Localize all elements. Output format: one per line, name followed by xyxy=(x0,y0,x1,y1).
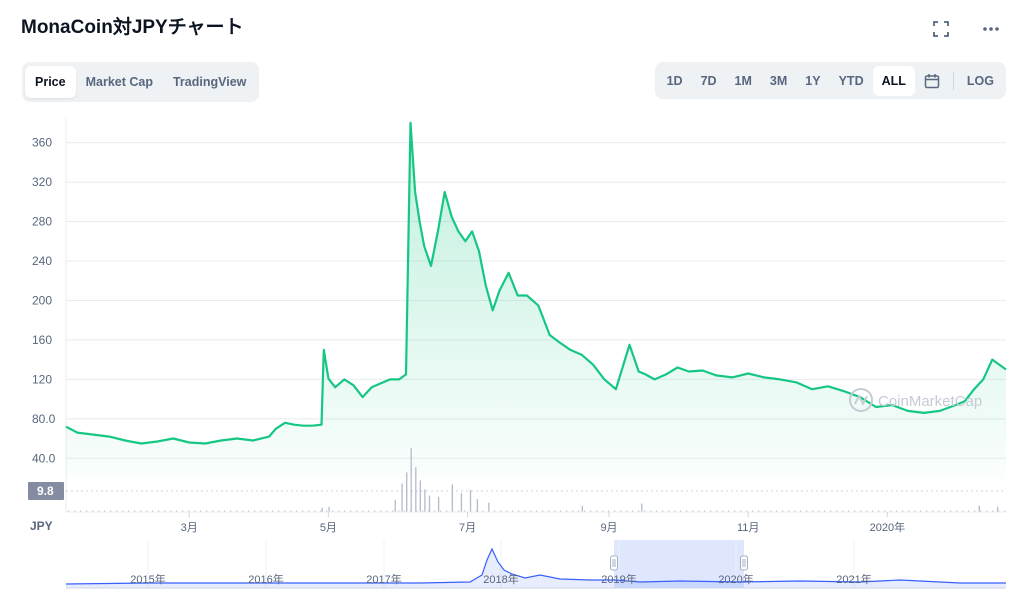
x-tick-label: 7月 xyxy=(459,522,476,534)
navigator-handle-left[interactable] xyxy=(610,555,618,571)
currency-label: JPY xyxy=(30,519,53,533)
x-tick-label: 5月 xyxy=(320,522,337,534)
volume-bar xyxy=(641,503,643,512)
navigator-handle-right[interactable] xyxy=(740,555,748,571)
navigator-tick-label: 2019年 xyxy=(601,572,636,586)
volume-bar xyxy=(460,493,463,512)
volume-bar xyxy=(978,505,980,512)
x-tick-label: 3月 xyxy=(181,522,198,534)
volume-bar xyxy=(581,505,583,512)
volume-bar xyxy=(419,480,421,512)
x-tick-label: 9月 xyxy=(600,522,617,534)
watermark-text: CoinMarketCap xyxy=(878,393,982,410)
navigator-tick-label: 2016年 xyxy=(248,572,283,586)
volume-bar xyxy=(488,502,490,512)
volume-bar xyxy=(401,483,403,512)
volume-bar xyxy=(437,496,440,512)
x-tick-label: 11月 xyxy=(737,522,759,534)
volume-bar xyxy=(469,489,472,512)
volume-bar xyxy=(424,489,426,512)
volume-label: 9.8 xyxy=(37,484,54,498)
navigator-tick-label: 2021年 xyxy=(836,572,871,586)
volume-bar xyxy=(328,506,330,512)
volume-bar xyxy=(394,499,396,512)
y-tick-label: 280 xyxy=(32,215,52,229)
volume-bar xyxy=(451,484,453,512)
y-tick-label: 360 xyxy=(32,136,52,150)
y-tick-label: 80.0 xyxy=(32,412,56,426)
y-tick-label: 120 xyxy=(32,372,52,386)
x-tick-label: 2020年 xyxy=(870,520,905,534)
volume-bar xyxy=(428,495,431,512)
volume-bar xyxy=(410,448,412,512)
volume-bar xyxy=(406,472,408,512)
navigator-tick-label: 2020年 xyxy=(718,572,753,586)
price-chart[interactable]: CoinMarketCap 9.8 40.0 80.0 120 160 200 240 28… xyxy=(0,0,1024,600)
volume-bar xyxy=(476,499,479,512)
navigator-tick-label: 2018年 xyxy=(483,572,518,586)
y-tick-label: 200 xyxy=(32,293,52,307)
navigator-tick-label: 2017年 xyxy=(366,572,401,586)
y-tick-label: 240 xyxy=(32,254,52,268)
navigator-tick-label: 2015年 xyxy=(130,572,165,586)
y-tick-label: 320 xyxy=(32,175,52,189)
y-tick-label: 40.0 xyxy=(32,451,56,465)
volume-bar xyxy=(996,506,999,512)
y-tick-label: 160 xyxy=(32,333,52,347)
volume-bar xyxy=(415,467,417,512)
volume-bar xyxy=(321,507,323,512)
